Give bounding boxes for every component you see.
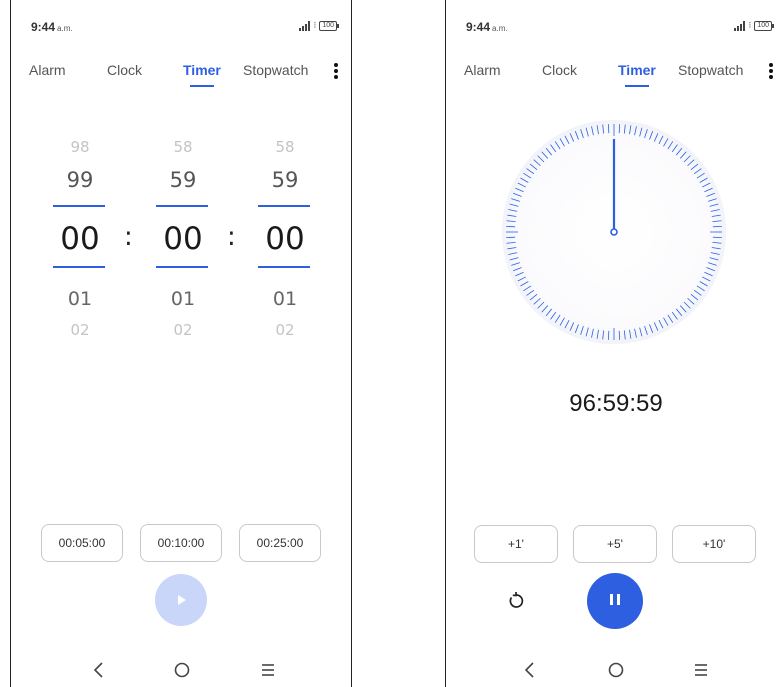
- selection-line-bottom: [258, 266, 310, 268]
- seconds-picker[interactable]: 58 59 00 01 02: [258, 138, 312, 348]
- data-icon: ⁝: [748, 20, 752, 30]
- status-time: 9:44: [31, 20, 56, 34]
- minutes-above: 59: [169, 168, 197, 192]
- tab-clock[interactable]: Clock: [107, 62, 142, 78]
- home-icon[interactable]: [168, 656, 196, 684]
- minutes-selected: 00: [163, 221, 203, 257]
- seconds-selected: 00: [265, 221, 305, 257]
- preset-5-min-button[interactable]: 00:05:00: [41, 524, 123, 562]
- tab-stopwatch[interactable]: Stopwatch: [678, 62, 743, 78]
- timer-dial: [502, 120, 726, 344]
- status-bar: 9:44 a.m. ⁝ 100: [466, 20, 774, 36]
- tab-timer[interactable]: Timer: [618, 62, 656, 78]
- reset-icon[interactable]: [504, 589, 528, 613]
- home-icon[interactable]: [602, 656, 630, 684]
- add-1-min-button[interactable]: +1': [474, 525, 558, 563]
- hours-below: 01: [67, 288, 93, 310]
- minutes-picker[interactable]: 58 59 00 01 02: [156, 138, 210, 348]
- data-icon: ⁝: [313, 20, 317, 30]
- hours-selected: 00: [60, 221, 100, 257]
- selection-line-bottom: [53, 266, 105, 268]
- selection-line-top: [156, 205, 208, 207]
- separator-colon: :: [124, 222, 133, 252]
- preset-10-min-button[interactable]: 00:10:00: [140, 524, 222, 562]
- add-5-min-button[interactable]: +5': [573, 525, 657, 563]
- status-ampm: a.m.: [57, 24, 73, 33]
- seconds-far-above: 58: [275, 138, 295, 156]
- tab-bar: Alarm Clock Timer Stopwatch: [11, 62, 351, 90]
- hours-far-above: 98: [70, 138, 90, 156]
- status-bar: 9:44 a.m. ⁝ 100: [31, 20, 339, 36]
- dial-hub: [610, 228, 618, 236]
- tab-alarm[interactable]: Alarm: [29, 62, 66, 78]
- navigation-bar: [446, 656, 776, 686]
- separator-colon: :: [227, 222, 236, 252]
- back-icon[interactable]: [85, 656, 113, 684]
- signal-icon: [734, 20, 746, 31]
- tab-bar: Alarm Clock Timer Stopwatch: [446, 62, 776, 90]
- more-options-icon[interactable]: [333, 62, 339, 80]
- timer-setup-screen: 9:44 a.m. ⁝ 100 Alarm Clock Timer Stopwat…: [10, 0, 352, 687]
- seconds-far-below: 02: [275, 321, 295, 339]
- hours-picker[interactable]: 98 99 00 01 02: [53, 138, 107, 348]
- selection-line-top: [258, 205, 310, 207]
- remaining-time: 96:59:59: [569, 390, 663, 417]
- status-ampm: a.m.: [492, 24, 508, 33]
- pause-icon: [608, 592, 622, 610]
- navigation-bar: [11, 656, 351, 686]
- menu-icon[interactable]: [254, 656, 282, 684]
- hours-above: 99: [66, 168, 94, 192]
- menu-icon[interactable]: [687, 656, 715, 684]
- selection-line-top: [53, 205, 105, 207]
- minutes-below: 01: [170, 288, 196, 310]
- battery-icon: 100: [754, 20, 774, 31]
- pause-button[interactable]: [587, 573, 643, 629]
- minutes-far-above: 58: [173, 138, 193, 156]
- seconds-below: 01: [272, 288, 298, 310]
- tab-timer[interactable]: Timer: [183, 62, 221, 78]
- more-options-icon[interactable]: [768, 62, 774, 80]
- selection-line-bottom: [156, 266, 208, 268]
- play-icon: [178, 595, 186, 605]
- tab-clock[interactable]: Clock: [542, 62, 577, 78]
- start-button[interactable]: [155, 574, 207, 626]
- preset-25-min-button[interactable]: 00:25:00: [239, 524, 321, 562]
- status-time: 9:44: [466, 20, 491, 34]
- seconds-above: 59: [271, 168, 299, 192]
- timer-running-screen: 9:44 a.m. ⁝ 100 Alarm Clock Timer Stopwat…: [445, 0, 776, 687]
- tab-alarm[interactable]: Alarm: [464, 62, 501, 78]
- add-10-min-button[interactable]: +10': [672, 525, 756, 563]
- tab-stopwatch[interactable]: Stopwatch: [243, 62, 308, 78]
- minutes-far-below: 02: [173, 321, 193, 339]
- back-icon[interactable]: [516, 656, 544, 684]
- battery-icon: 100: [319, 20, 339, 31]
- signal-icon: [299, 20, 311, 31]
- hours-far-below: 02: [70, 321, 90, 339]
